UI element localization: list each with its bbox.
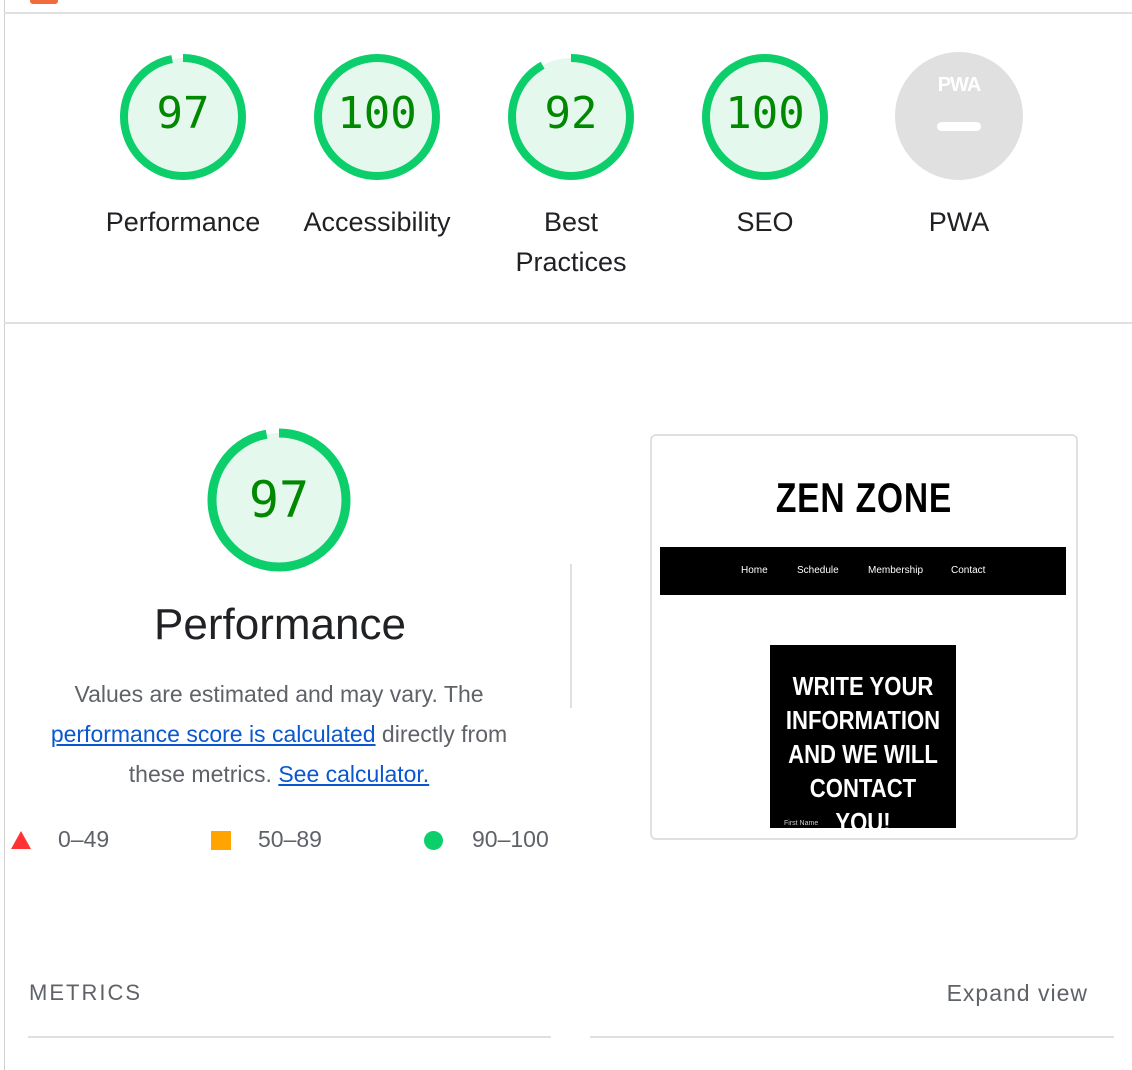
score-label: PWA xyxy=(928,207,990,237)
gauge-seo[interactable]: 100 SEO xyxy=(675,52,855,242)
gauge-ring: 100 xyxy=(312,52,442,182)
circle-icon xyxy=(424,831,443,850)
gauge-accessibility[interactable]: 100 Accessibility xyxy=(287,52,467,242)
top-divider xyxy=(4,12,1132,14)
score-label: Accessibility xyxy=(303,207,451,237)
score-label: Performance xyxy=(105,207,261,237)
score-value: 97 xyxy=(156,88,210,139)
square-icon xyxy=(211,831,231,850)
desc-text: Values are estimated and may vary. The xyxy=(74,681,484,707)
lighthouse-logo-icon xyxy=(30,0,58,4)
gauge-pwa[interactable]: PWA PWA xyxy=(869,52,1049,242)
legend-average-range: 50–89 xyxy=(258,826,322,852)
score-label: SEO xyxy=(736,207,794,237)
section-divider xyxy=(4,322,1132,324)
frame-border xyxy=(4,0,5,1070)
promo-banner: WRITE YOUR INFORMATION AND WE WILL CONTA… xyxy=(770,645,956,837)
pwa-badge: PWA xyxy=(937,74,982,96)
gauge-ring: 92 xyxy=(506,52,636,182)
score-label: Best Practices xyxy=(515,207,627,277)
gauge-best-practices[interactable]: 92 Best Practices xyxy=(481,52,661,282)
nav-item-home: Home xyxy=(741,565,768,576)
vertical-divider xyxy=(570,564,572,708)
dash-icon xyxy=(937,122,981,131)
metrics-divider-left xyxy=(28,1036,551,1038)
nav-item-schedule: Schedule xyxy=(797,565,839,576)
performance-score: 97 xyxy=(248,471,310,529)
site-nav: Home Schedule Membership Contact xyxy=(660,547,1066,595)
metrics-divider-right xyxy=(590,1036,1114,1038)
pwa-gauge-icon: PWA xyxy=(895,52,1023,180)
legend-fail-range: 0–49 xyxy=(58,826,110,852)
gauge-performance[interactable]: 97 Performance xyxy=(93,52,273,242)
performance-description: Values are estimated and may vary. The p… xyxy=(30,674,528,794)
site-title: ZEN ZONE xyxy=(775,474,953,521)
metrics-heading: METRICS xyxy=(29,980,142,1005)
legend-pass-range: 90–100 xyxy=(472,826,549,852)
triangle-icon xyxy=(11,831,31,849)
nav-item-membership: Membership xyxy=(868,565,924,576)
performance-title: Performance xyxy=(154,600,406,649)
form-field-label: First Name xyxy=(784,820,819,827)
gauge-ring: 100 xyxy=(700,52,830,182)
score-value: 100 xyxy=(337,88,417,139)
gauge-ring: 97 xyxy=(118,52,248,182)
final-screenshot[interactable]: ZEN ZONE Home Schedule Membership Contac… xyxy=(650,434,1078,840)
see-calculator-link[interactable]: See calculator. xyxy=(278,761,429,787)
performance-gauge: 97 xyxy=(206,427,352,573)
nav-item-contact: Contact xyxy=(951,565,986,576)
expand-view-button[interactable]: Expand view xyxy=(947,980,1088,1007)
score-calculated-link[interactable]: performance score is calculated xyxy=(51,721,376,747)
score-value: 100 xyxy=(725,88,805,139)
promo-text: WRITE YOUR INFORMATION AND WE WILL CONTA… xyxy=(785,671,941,837)
score-value: 92 xyxy=(544,88,598,139)
